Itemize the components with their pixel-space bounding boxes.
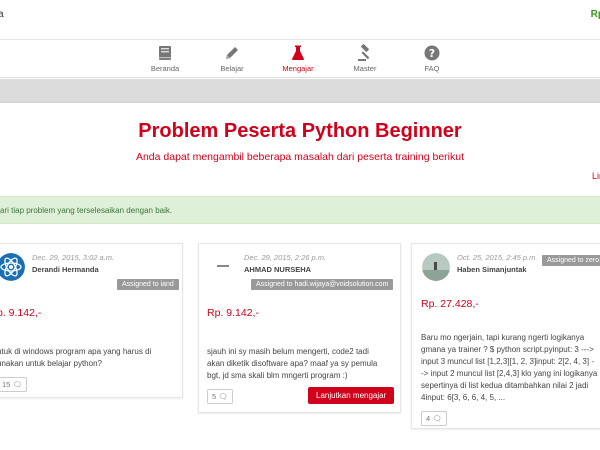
desc-line: bgt, jd sma skali blm mngerti program :): [207, 371, 348, 380]
continue-teaching-button[interactable]: Lanjutkan mengajar: [308, 387, 395, 404]
comment-icon: 🗨: [432, 414, 442, 423]
comment-icon: 🗨: [218, 392, 228, 401]
corner-link[interactable]: Lin: [592, 171, 600, 181]
comment-count-value: 4: [426, 414, 431, 423]
assigned-badge: Assigned to zero: [542, 255, 600, 266]
nav-label: Master: [353, 64, 377, 73]
avatar: [0, 253, 25, 281]
comment-count[interactable]: 15 🗨: [0, 377, 27, 392]
card-description: ntuk di windows program apa yang harus d…: [0, 346, 182, 370]
card-description: Baru mo ngerjain, tapi kurang ngerti log…: [421, 332, 600, 404]
desc-line: akan diketik disoftware apa? maaf ya sy …: [207, 359, 378, 368]
comment-count-value: 5: [212, 392, 217, 401]
pencil-icon: [226, 47, 238, 59]
desc-line: -> input 2 muncul list [2,4,3] klo yang …: [421, 369, 598, 378]
assigned-badge: Assigned to hadi.wijaya@voidsolution.com: [251, 279, 394, 290]
avatar: [209, 253, 237, 281]
problem-card[interactable]: Dec. 29, 2015, 2:26 p.m. AHMAD NURSEHA A…: [198, 243, 401, 413]
desc-line: sepertinya di list kedua ditambahkan nil…: [421, 381, 589, 390]
nav-item-faq[interactable]: ? FAQ: [402, 44, 462, 73]
card-price: Rp. 9.142,-: [207, 307, 259, 319]
gray-band: [0, 79, 600, 103]
question-circle-icon: ?: [424, 45, 440, 61]
comment-count[interactable]: 4 🗨: [421, 411, 447, 426]
card-user: AHMAD NURSEHA: [244, 265, 312, 274]
desc-line: input 3 muncul list [1,2,3][1, 2, 3]inpu…: [421, 357, 594, 366]
comment-count[interactable]: 5 🗨: [207, 389, 233, 404]
desc-line: Baru mo ngerjain, tapi kurang ngerti log…: [421, 333, 585, 342]
card-date: Dec. 29, 2015, 2:26 p.m.: [244, 253, 327, 262]
avatar: [422, 253, 450, 281]
comment-icon: 🗨: [12, 380, 22, 389]
nav-label: Beranda: [150, 64, 180, 73]
flask-icon: [292, 45, 304, 60]
card-user: Haben Simanjuntak: [457, 265, 527, 274]
book-icon: [159, 46, 171, 60]
page-title: Problem Peserta Python Beginner: [138, 120, 462, 142]
nav-item-belajar[interactable]: Belajar: [202, 44, 262, 73]
svg-text:?: ?: [429, 47, 435, 60]
problem-card[interactable]: Oct. 25, 2015, 2:45 p.m. Haben Simanjunt…: [411, 243, 600, 429]
info-alert: ari tiap problem yang terselesaikan deng…: [0, 196, 600, 224]
desc-line: gmana ya trainer ? $ python script.pyinp…: [421, 345, 594, 354]
nav-label: FAQ: [424, 64, 440, 73]
card-date: Oct. 25, 2015, 2:45 p.m.: [457, 253, 538, 262]
top-bar: a Rp: [0, 0, 600, 40]
gavel-icon: [358, 44, 370, 61]
desc-line: sjauh ini sy masih belum mengerti, code2…: [207, 347, 369, 356]
desc-line: 4input: 6[3, 6, 6, 4, 5, ...: [421, 393, 506, 402]
main-nav: Beranda Belajar Mengajar Master ? FAQ: [0, 40, 600, 78]
card-date: Dec. 29, 2015, 3:02 a.m.: [32, 253, 115, 262]
nav-item-master[interactable]: Master: [335, 44, 395, 73]
page-subtitle: Anda dapat mengambil beberapa masalah da…: [135, 151, 465, 163]
alert-text: ari tiap problem yang terselesaikan deng…: [0, 206, 173, 215]
page: a Rp Beranda Belajar Mengajar: [0, 0, 600, 450]
desc-line: ntuk di windows program apa yang harus d…: [0, 347, 152, 356]
balance-text[interactable]: Rp: [591, 9, 600, 20]
assigned-badge: Assigned to iand: [117, 279, 179, 290]
card-user: Derandi Hermanda: [32, 265, 99, 274]
nav-item-mengajar[interactable]: Mengajar: [268, 44, 328, 73]
brand-text[interactable]: a: [0, 9, 4, 20]
comment-count-value: 15: [2, 380, 11, 389]
desc-line: unakan untuk belajar python?: [0, 359, 102, 368]
problem-card[interactable]: Dec. 29, 2015, 3:02 a.m. Derandi Hermand…: [0, 243, 183, 398]
nav-label: Belajar: [220, 64, 244, 73]
card-price: p. 9.142,-: [0, 307, 42, 319]
card-price: Rp. 27.428,-: [421, 298, 479, 310]
nav-item-beranda[interactable]: Beranda: [135, 44, 195, 73]
nav-label: Mengajar: [282, 64, 314, 73]
card-description: sjauh ini sy masih belum mengerti, code2…: [207, 346, 397, 382]
